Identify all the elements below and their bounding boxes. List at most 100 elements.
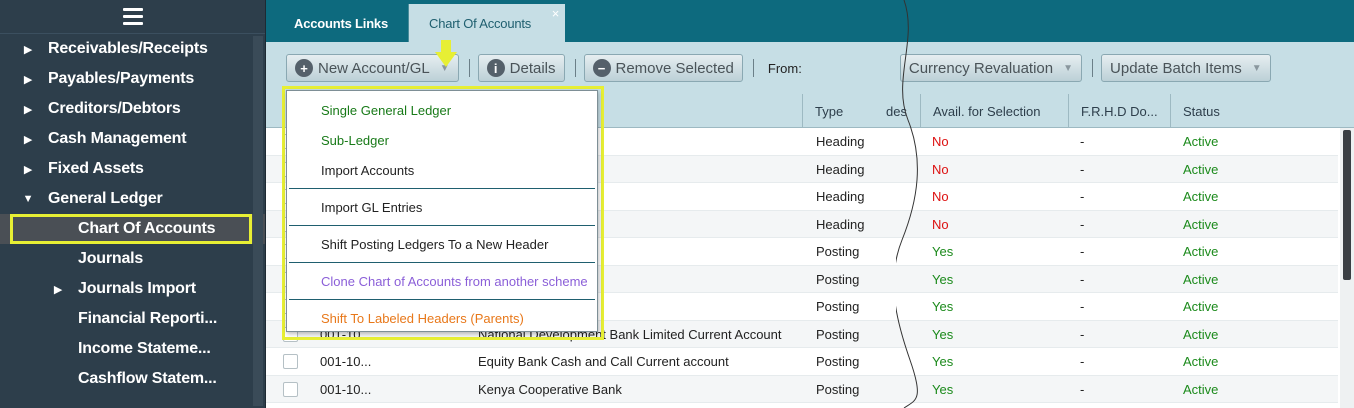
sidebar-item-receivables[interactable]: ▶ Receivables/Receipts xyxy=(0,34,265,64)
cell-status: Active xyxy=(1183,354,1219,369)
table-row[interactable]: 001-10... Kenya Cooperative Bank Posting Ye… xyxy=(266,375,1338,403)
sidebar-item-label: Journals xyxy=(78,250,144,267)
details-label: Details xyxy=(509,59,556,77)
cell-frhd: - xyxy=(1080,216,1085,232)
menu-item-import-accounts[interactable]: Import Accounts xyxy=(287,155,597,185)
caret-right-icon: ▶ xyxy=(23,163,33,176)
cell-frhd: - xyxy=(1080,381,1085,397)
sidebar-item-creditors[interactable]: ▶ Creditors/Debtors xyxy=(0,94,265,124)
sidebar-item-label: General Ledger xyxy=(48,190,163,207)
column-frhd[interactable]: F.R.H.D Do... xyxy=(1068,94,1170,128)
sidebar-item-label: Creditors/Debtors xyxy=(48,100,181,117)
remove-selected-button[interactable]: − Remove Selected xyxy=(583,54,743,82)
update-batch-items-button[interactable]: Update Batch Items ▼ xyxy=(1101,54,1271,82)
row-checkbox[interactable] xyxy=(283,381,298,397)
nav-list: ▶ Receivables/Receipts ▶ Payables/Payments… xyxy=(0,34,265,394)
sidebar-item-label: Chart Of Accounts xyxy=(78,220,216,237)
cell-type: Posting xyxy=(816,299,860,314)
sidebar-item-label: Fixed Assets xyxy=(48,160,144,177)
cell-avail: Yes xyxy=(932,244,954,259)
menu-item-shift-to-labeled-headers[interactable]: Shift To Labeled Headers (Parents) xyxy=(287,303,597,333)
cell-status: Active xyxy=(1183,381,1219,397)
cell-type: Posting xyxy=(816,354,860,369)
column-avail-for-selection[interactable]: Avail. for Selection xyxy=(920,94,1068,128)
sidebar-item-label: Payables/Payments xyxy=(48,70,195,87)
menu-item-shift-posting-ledgers[interactable]: Shift Posting Ledgers To a New Header xyxy=(287,229,597,259)
column-codes[interactable]: des xyxy=(882,94,920,128)
tab-accounts-links[interactable]: Accounts Links xyxy=(274,4,408,42)
currency-revaluation-button[interactable]: Currency Revaluation ▼ xyxy=(899,54,1083,82)
sidebar: ▶ Receivables/Receipts ▶ Payables/Payments… xyxy=(0,0,266,408)
column-type[interactable]: Type xyxy=(802,94,882,128)
sidebar-item-label: Financial Reporti... xyxy=(78,310,218,327)
column-status[interactable]: Status xyxy=(1170,94,1354,128)
new-account-dropdown: Single General Ledger Sub-Ledger Import … xyxy=(286,90,598,332)
minus-icon: − xyxy=(592,59,611,77)
cell-type: Heading xyxy=(816,216,865,232)
sidebar-item-fixed-assets[interactable]: ▶ Fixed Assets xyxy=(0,154,265,184)
cell-frhd: - xyxy=(1080,354,1085,369)
scroll-thumb[interactable] xyxy=(1343,130,1351,280)
sidebar-item-income-statement[interactable]: Income Stateme... xyxy=(0,334,265,364)
caret-right-icon: ▶ xyxy=(23,133,33,146)
cell-frhd: - xyxy=(1080,134,1085,149)
cell-status: Active xyxy=(1183,271,1219,287)
table-row[interactable]: 001-10... Equity Bank Cash and Call Curre… xyxy=(266,348,1338,376)
cell-avail: Yes xyxy=(932,299,954,314)
sidebar-item-journals-import[interactable]: ▶ Journals Import xyxy=(0,274,265,304)
sidebar-item-label: Income Stateme... xyxy=(78,340,211,357)
cell-type: Posting xyxy=(816,271,860,287)
menu-item-import-gl-entries[interactable]: Import GL Entries xyxy=(287,192,597,222)
sidebar-item-cashflow-statement[interactable]: Cashflow Statem... xyxy=(0,364,265,394)
cell-avail: No xyxy=(932,161,949,177)
cell-frhd: - xyxy=(1080,161,1085,177)
menu-toggle[interactable] xyxy=(0,0,265,34)
menu-divider xyxy=(289,299,595,300)
details-button[interactable]: i Details xyxy=(477,54,565,82)
menu-divider xyxy=(289,262,595,263)
tab-chart-of-accounts[interactable]: Chart Of Accounts × xyxy=(409,4,566,42)
sidebar-scrollbar[interactable] xyxy=(253,36,263,406)
menu-item-single-general-ledger[interactable]: Single General Ledger xyxy=(287,95,597,125)
cell-avail: Yes xyxy=(932,381,954,397)
new-account-label: New Account/GL xyxy=(318,59,430,77)
cell-avail: No xyxy=(932,134,949,149)
tab-label: Chart Of Accounts xyxy=(429,15,532,31)
close-icon[interactable]: × xyxy=(552,6,560,21)
arrow-down-icon xyxy=(435,40,457,67)
sidebar-item-general-ledger[interactable]: ▼ General Ledger xyxy=(0,184,265,214)
cell-status: Active xyxy=(1183,326,1219,342)
cell-frhd: - xyxy=(1080,189,1085,204)
sidebar-item-journals[interactable]: Journals xyxy=(0,244,265,274)
menu-divider xyxy=(289,225,595,226)
cell-type: Posting xyxy=(816,381,860,397)
cell-type: Heading xyxy=(816,134,865,149)
update-batch-items-label: Update Batch Items xyxy=(1110,59,1242,77)
tab-label: Accounts Links xyxy=(294,15,388,31)
remove-selected-label: Remove Selected xyxy=(615,59,734,77)
menu-icon[interactable] xyxy=(122,8,143,25)
cell-frhd: - xyxy=(1080,271,1085,287)
sidebar-item-chart-of-accounts[interactable]: Chart Of Accounts xyxy=(0,214,265,244)
new-account-button[interactable]: + New Account/GL ▼ xyxy=(286,54,459,82)
cell-status: Active xyxy=(1183,134,1219,149)
sidebar-item-financial-reporting[interactable]: Financial Reporti... xyxy=(0,304,265,334)
separator xyxy=(574,59,576,77)
menu-item-sub-ledger[interactable]: Sub-Ledger xyxy=(287,125,597,155)
caret-right-icon: ▶ xyxy=(53,283,63,296)
cell-frhd: - xyxy=(1080,244,1085,259)
sidebar-item-label: Receivables/Receipts xyxy=(48,40,208,57)
grid-scrollbar[interactable] xyxy=(1340,128,1354,408)
caret-right-icon: ▶ xyxy=(23,103,33,116)
separator xyxy=(1092,59,1094,77)
menu-item-clone-chart[interactable]: Clone Chart of Accounts from another sch… xyxy=(287,266,597,296)
plus-icon: + xyxy=(295,59,313,77)
cell-name: Kenya Cooperative Bank xyxy=(478,381,622,397)
cell-code: 001-10... xyxy=(320,381,372,397)
row-checkbox[interactable] xyxy=(283,354,298,369)
sidebar-item-cash-management[interactable]: ▶ Cash Management xyxy=(0,124,265,154)
sidebar-item-payables[interactable]: ▶ Payables/Payments xyxy=(0,64,265,94)
cell-type: Posting xyxy=(816,326,860,342)
cell-avail: No xyxy=(932,189,949,204)
cell-type: Heading xyxy=(816,161,865,177)
